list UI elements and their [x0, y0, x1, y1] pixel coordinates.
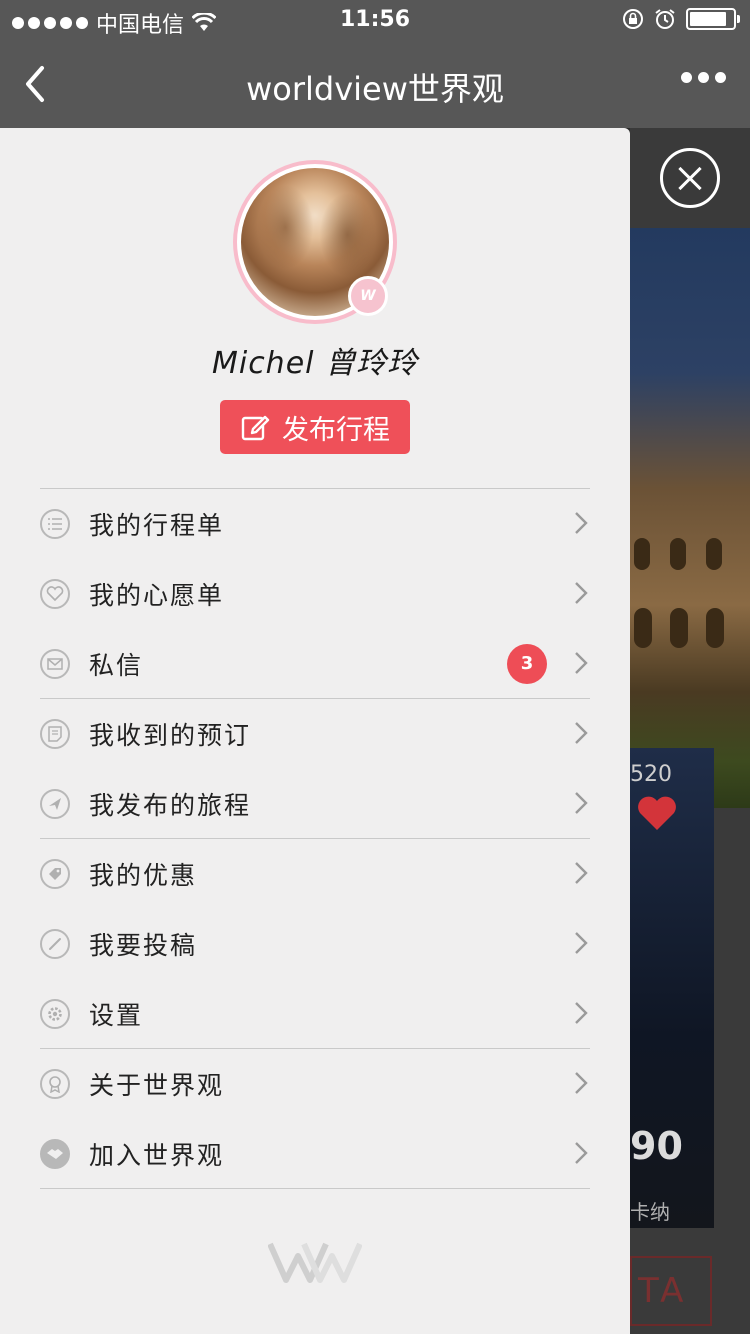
verified-badge: W — [348, 276, 388, 316]
handshake-icon — [40, 1138, 70, 1169]
chevron-right-icon — [575, 582, 588, 604]
menu-item-label: 我发布的旅程 — [89, 790, 252, 820]
chevron-right-icon — [575, 1002, 588, 1024]
gear-icon — [40, 998, 70, 1029]
alarm-icon — [655, 9, 675, 29]
chevron-right-icon — [575, 722, 588, 744]
publish-trip-button[interactable]: 发布行程 — [220, 400, 410, 454]
menu-item-label: 关于世界观 — [89, 1071, 225, 1100]
tag-button[interactable]: TA — [630, 1256, 712, 1326]
menu-item-label: 我的心愿单 — [89, 581, 225, 610]
plane-icon — [40, 788, 70, 819]
tag-icon — [40, 859, 70, 889]
top-bar: 中国电信 11:56 worldview世界观 — [0, 0, 750, 128]
menu-item-published-trips[interactable]: 我发布的旅程 — [40, 769, 590, 839]
price-label: 90 — [630, 1124, 683, 1168]
chevron-right-icon — [575, 932, 588, 954]
location-label: 卡纳 — [630, 1200, 670, 1224]
receipt-icon — [40, 719, 70, 749]
unread-badge: 3 — [507, 644, 547, 684]
medal-icon — [40, 1069, 70, 1099]
list-icon — [40, 509, 70, 539]
publish-trip-label: 发布行程 — [282, 414, 390, 446]
chevron-right-icon — [575, 1072, 588, 1094]
menu-list: 我的行程单 我的心愿单 私信 3 我收到的预订 我发布的旅程 我的优惠 我要投稿… — [40, 488, 590, 1189]
menu-item-label: 我收到的预订 — [89, 721, 252, 750]
status-bar: 中国电信 11:56 — [0, 0, 750, 40]
rotation-lock-icon — [623, 9, 643, 29]
user-name: Michel 曾玲玲 — [211, 346, 419, 381]
menu-item-coupons[interactable]: 我的优惠 — [40, 839, 590, 909]
background-page: 520 90 卡纳 TA — [630, 128, 750, 1334]
side-drawer: W Michel 曾玲玲 发布行程 我的行程单 我的心愿单 私信 3 我收到的预… — [0, 128, 630, 1334]
colosseum-arches — [634, 538, 724, 648]
close-drawer-button[interactable] — [660, 148, 720, 208]
menu-item-label: 我要投稿 — [89, 931, 198, 960]
menu-item-label: 设置 — [89, 1000, 144, 1030]
menu-item-wishlist[interactable]: 我的心愿单 — [40, 559, 590, 629]
worldview-logo — [268, 1242, 362, 1283]
likes-count: 520 — [630, 762, 672, 787]
menu-item-itinerary[interactable]: 我的行程单 — [40, 489, 590, 559]
menu-item-bookings[interactable]: 我收到的预订 — [40, 699, 590, 769]
edit-icon — [241, 415, 270, 441]
menu-item-label: 我的行程单 — [89, 511, 225, 540]
menu-item-label: 我的优惠 — [89, 861, 198, 890]
heart-icon — [638, 796, 676, 830]
menu-item-messages[interactable]: 私信 3 — [40, 629, 590, 699]
chevron-right-icon — [575, 862, 588, 884]
menu-item-label: 加入世界观 — [89, 1140, 225, 1170]
hero-image — [630, 228, 750, 808]
menu-item-join[interactable]: 加入世界观 — [40, 1119, 590, 1189]
trip-card[interactable]: 520 90 卡纳 — [630, 748, 714, 1228]
menu-item-label: 私信 — [89, 650, 144, 680]
heart-icon — [40, 579, 70, 609]
more-button[interactable] — [681, 72, 726, 83]
chevron-right-icon — [575, 512, 588, 534]
menu-item-settings[interactable]: 设置 — [40, 979, 590, 1049]
menu-item-contribute[interactable]: 我要投稿 — [40, 909, 590, 979]
mail-icon — [40, 648, 70, 679]
page-title: worldview世界观 — [246, 70, 504, 108]
menu-item-about[interactable]: 关于世界观 — [40, 1049, 590, 1119]
battery-icon — [686, 8, 740, 30]
status-right — [622, 8, 740, 30]
chevron-right-icon — [575, 652, 588, 674]
pen-icon — [40, 929, 70, 959]
chevron-right-icon — [575, 792, 588, 814]
chevron-right-icon — [575, 1142, 588, 1164]
